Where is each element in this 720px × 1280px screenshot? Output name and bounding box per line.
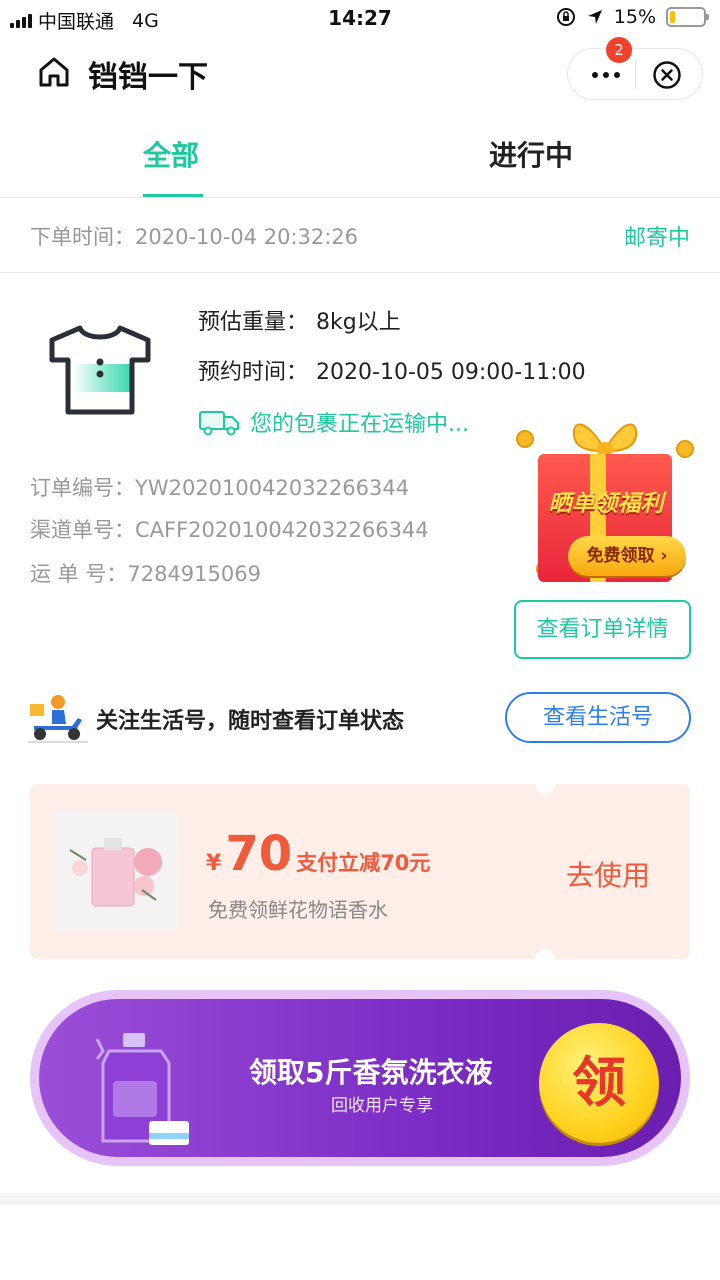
rotation-lock-icon	[556, 8, 575, 26]
notification-badge: 2	[606, 37, 632, 63]
detergent-bottle-icon	[95, 1033, 189, 1145]
appoint-label: 预约时间：	[198, 360, 309, 385]
claim-circle-button[interactable]: 领	[539, 1023, 659, 1143]
waybill-value: 7284915069	[127, 562, 261, 586]
detergent-banner[interactable]: 领取5斤香氛洗衣液 回收用户专享 领	[30, 990, 690, 1166]
courier-scooter-icon	[28, 695, 88, 743]
order-number: 订单编号：YW202010042032266344	[30, 472, 409, 502]
coupon-value: 70	[225, 826, 293, 882]
order-time-label: 下单时间：	[30, 225, 135, 249]
nav-bar: 铛铛一下 2	[0, 37, 720, 110]
order-number-label: 订单编号：	[30, 476, 135, 500]
channel-number-label: 渠道单号：	[30, 518, 135, 542]
coupon-description: 支付立减70元	[296, 851, 431, 875]
nav-title: 铛铛一下	[88, 60, 208, 95]
estimated-weight: 预估重量： 8kg以上	[198, 304, 401, 336]
claim-circle-label: 领	[572, 1051, 626, 1114]
channel-number-value: CAFF202010042032266344	[135, 518, 429, 542]
shirt-icon	[49, 325, 151, 415]
tab-active-indicator	[143, 194, 203, 197]
battery-fill	[670, 11, 675, 23]
location-arrow-icon	[587, 10, 602, 24]
coupon-card[interactable]: ¥ 70 支付立减70元 免费领鲜花物语香水 去使用	[30, 774, 690, 969]
currency-symbol: ¥	[206, 851, 222, 876]
mini-program-capsule: 2	[567, 37, 703, 100]
waybill-number: 运 单 号：7284915069	[30, 558, 261, 588]
weight-value: 8kg以上	[316, 310, 401, 335]
perfume-image	[56, 810, 178, 932]
tab-in-progress[interactable]: 进行中	[489, 134, 573, 174]
order-time-value: 2020-10-04 20:32:26	[135, 225, 359, 249]
gift-promo[interactable]: 晒单领福利 免费领取 ›	[516, 410, 700, 586]
use-coupon-button[interactable]: 去使用	[566, 854, 650, 894]
follow-prompt: 关注生活号，随时查看订单状态	[96, 709, 405, 734]
coupon-amount: ¥ 70 支付立减70元	[206, 826, 430, 882]
battery-percent: 15%	[613, 6, 656, 28]
banner-subtitle: 回收用户专享	[331, 1096, 433, 1116]
footer-divider	[0, 1193, 720, 1205]
more-icon[interactable]	[586, 63, 626, 87]
channel-number: 渠道单号：CAFF202010042032266344	[30, 514, 429, 544]
gift-title: 晒单领福利	[548, 491, 664, 517]
capsule-divider	[635, 61, 636, 89]
coupon-notch	[535, 949, 555, 969]
close-icon[interactable]	[652, 60, 682, 90]
truck-icon	[199, 411, 239, 436]
tab-all[interactable]: 全部	[143, 134, 199, 174]
banner-title: 领取5斤香氛洗衣液	[249, 1056, 493, 1089]
perfume-illustration	[56, 810, 178, 932]
weight-label: 预估重量：	[198, 310, 309, 335]
coupon-subtitle: 免费领鲜花物语香水	[208, 898, 388, 922]
order-time: 下单时间：2020-10-04 20:32:26	[30, 221, 358, 251]
shipping-status-text: 您的包裹正在运输中...	[250, 412, 469, 437]
appointment-time: 预约时间： 2020-10-05 09:00-11:00	[198, 354, 586, 386]
order-status: 邮寄中	[623, 226, 690, 251]
coin-decoration	[676, 440, 694, 458]
order-header: 下单时间：2020-10-04 20:32:26 邮寄中	[0, 198, 720, 273]
status-bar-right: 15%	[556, 6, 709, 28]
view-order-detail-button[interactable]: 查看订单详情	[514, 600, 691, 659]
tab-bar: 全部 进行中	[0, 110, 720, 198]
battery-icon	[666, 7, 709, 27]
coin-decoration	[516, 430, 534, 448]
view-life-account-button[interactable]: 查看生活号	[505, 692, 691, 743]
waybill-label: 运 单 号：	[30, 562, 128, 586]
coupon-notch	[535, 774, 555, 794]
order-number-value: YW202010042032266344	[135, 476, 410, 500]
appoint-value: 2020-10-05 09:00-11:00	[316, 360, 586, 385]
free-claim-button[interactable]: 免费领取 ›	[568, 536, 686, 576]
home-icon[interactable]	[36, 54, 72, 90]
shipping-status-row: 您的包裹正在运输中...	[198, 406, 469, 438]
status-bar: 中国联通 4G 14:27 15%	[0, 0, 720, 38]
banner-inner: 领取5斤香氛洗衣液 回收用户专享 领	[39, 999, 681, 1157]
